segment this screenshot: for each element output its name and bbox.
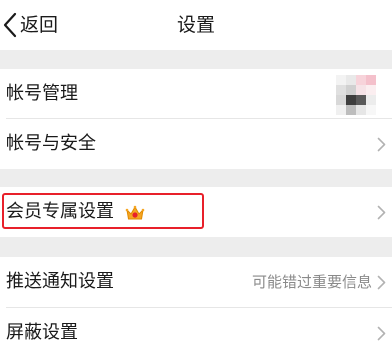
row-label: 屏蔽设置 [6, 322, 78, 343]
nav-bar: 返回 设置 [0, 0, 392, 50]
row-label: 帐号管理 [6, 83, 78, 104]
chevron-right-icon [377, 205, 386, 220]
page-title: 设置 [176, 14, 215, 36]
row-account-management[interactable]: 帐号管理 [0, 69, 392, 119]
row-account-security[interactable]: 帐号与安全 [0, 119, 392, 169]
chevron-right-icon [377, 137, 386, 152]
row-value: 可能错过重要信息 [251, 273, 372, 291]
row-label: 帐号与安全 [6, 133, 96, 154]
vip-crown-icon [125, 205, 145, 220]
row-label: 会员专属设置 [6, 201, 114, 222]
avatar [336, 75, 376, 115]
row-vip-settings[interactable]: 会员专属设置 [0, 187, 392, 237]
settings-group-account: 帐号管理 帐号与安全 [0, 69, 392, 169]
chevron-right-icon [377, 326, 386, 341]
row-label: 推送通知设置 [6, 271, 114, 292]
row-block-settings[interactable]: 屏蔽设置 [0, 308, 392, 351]
settings-group-vip: 会员专属设置 [0, 187, 392, 237]
chevron-right-icon [377, 275, 386, 290]
row-push-notification-settings[interactable]: 推送通知设置 可能错过重要信息 [0, 257, 392, 307]
settings-group-notifications: 推送通知设置 可能错过重要信息 屏蔽设置 [0, 257, 392, 351]
